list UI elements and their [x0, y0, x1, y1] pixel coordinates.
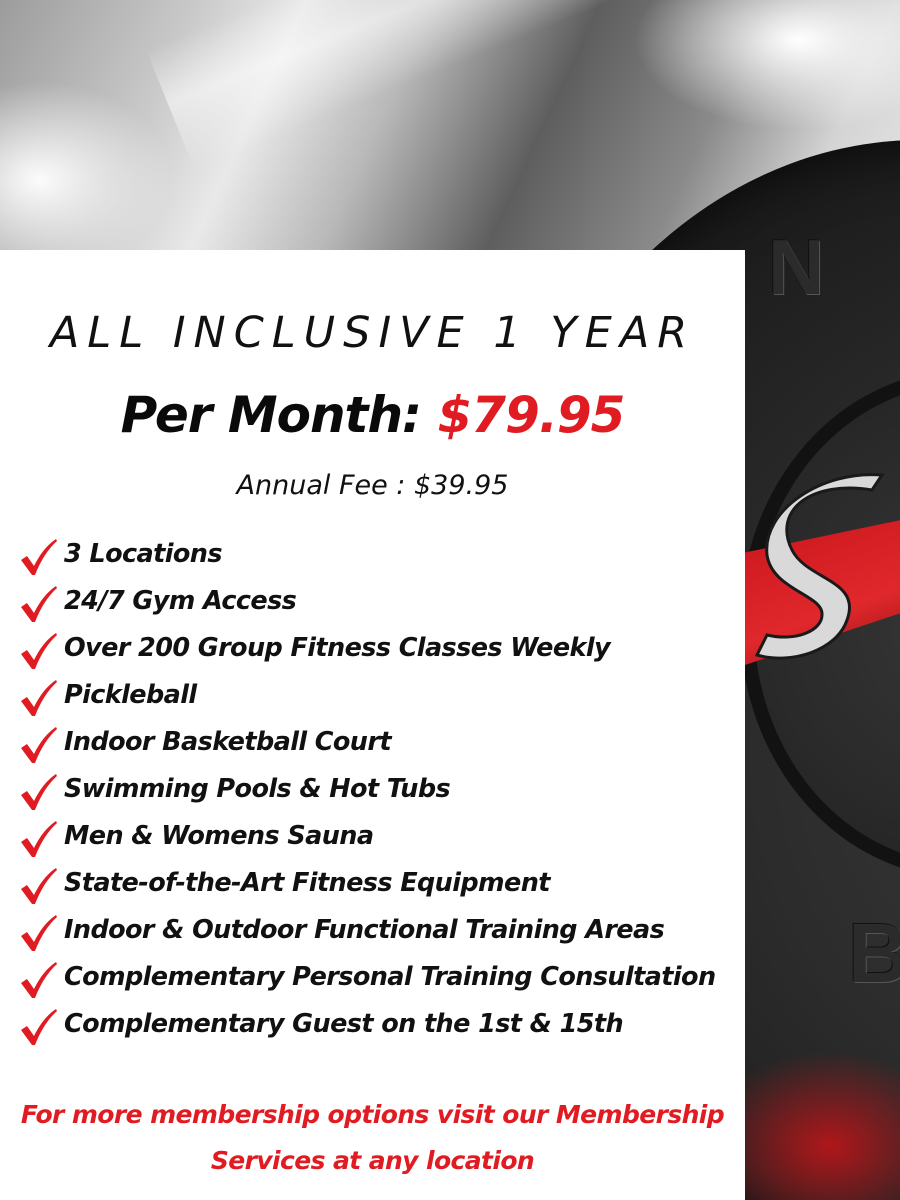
red-checkmark-icon: [21, 914, 57, 951]
feature-text: Swimming Pools & Hot Tubs: [64, 773, 451, 804]
feature-item: Men & Womens Sauna: [18, 812, 716, 859]
red-checkmark-icon: [21, 773, 57, 810]
feature-item: Indoor & Outdoor Functional Training Are…: [18, 906, 716, 953]
red-checkmark-icon: [21, 820, 57, 857]
feature-text: Complementary Personal Training Consulta…: [64, 961, 716, 992]
red-checkmark-icon: [21, 679, 57, 716]
embossed-letter-b: B: [848, 906, 900, 1000]
s-logo-icon: [754, 473, 885, 660]
feature-item: Complementary Personal Training Consulta…: [18, 953, 716, 1000]
price-line: Per Month: $79.95: [0, 386, 745, 444]
red-checkmark-icon: [21, 585, 57, 622]
feature-item: Swimming Pools & Hot Tubs: [18, 765, 716, 812]
red-checkmark-icon: [21, 538, 57, 575]
annual-fee: Annual Fee : $39.95: [236, 470, 509, 501]
feature-item: Indoor Basketball Court: [18, 718, 716, 765]
feature-item: 3 Locations: [18, 530, 716, 577]
price-label: Per Month:: [120, 386, 422, 444]
embossed-letter-n: N: [768, 223, 825, 311]
feature-item: Complementary Guest on the 1st & 15th: [18, 1000, 716, 1047]
red-checkmark-icon: [21, 726, 57, 763]
feature-text: Over 200 Group Fitness Classes Weekly: [64, 632, 611, 663]
feature-text: 24/7 Gym Access: [64, 585, 297, 616]
membership-note-line-1: For more membership options visit our Me…: [20, 1100, 725, 1129]
plan-title: ALL INCLUSIVE 1 YEAR: [49, 308, 696, 358]
red-checkmark-icon: [21, 1008, 57, 1045]
feature-item: Pickleball: [18, 671, 716, 718]
red-checkmark-icon: [21, 961, 57, 998]
feature-text: Men & Womens Sauna: [64, 820, 374, 851]
red-checkmark-icon: [21, 867, 57, 904]
feature-list: 3 Locations 24/7 Gym Access Over 200 Gro…: [18, 530, 716, 1047]
feature-item: 24/7 Gym Access: [18, 577, 716, 624]
feature-item: Over 200 Group Fitness Classes Weekly: [18, 624, 716, 671]
feature-text: State-of-the-Art Fitness Equipment: [64, 867, 550, 898]
membership-note: For more membership options visit our Me…: [0, 1092, 745, 1184]
feature-text: Indoor & Outdoor Functional Training Are…: [64, 914, 665, 945]
feature-text: Indoor Basketball Court: [64, 726, 392, 757]
membership-note-line-2: Services at any location: [210, 1146, 535, 1175]
red-checkmark-icon: [21, 632, 57, 669]
feature-text: 3 Locations: [64, 538, 223, 569]
membership-panel: ALL INCLUSIVE 1 YEAR Per Month: $79.95 A…: [0, 250, 745, 1200]
price-value: $79.95: [437, 386, 625, 444]
feature-text: Complementary Guest on the 1st & 15th: [64, 1008, 624, 1039]
feature-item: State-of-the-Art Fitness Equipment: [18, 859, 716, 906]
feature-text: Pickleball: [64, 679, 197, 710]
